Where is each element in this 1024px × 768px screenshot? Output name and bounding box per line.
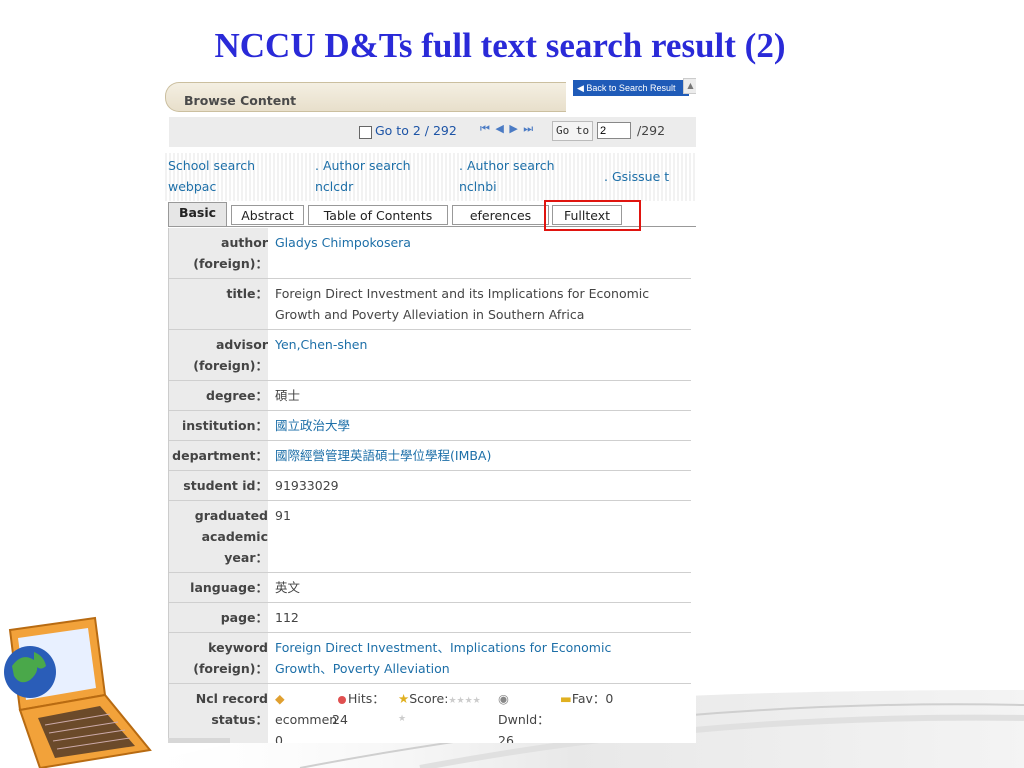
table-row: degree： 碩士 [169,381,691,411]
score-stat: ★Score:★★★★ [398,688,481,712]
table-row: graduated academic year： 91 [169,501,691,573]
field-label: institution： [169,411,268,440]
scrollbar-up-arrow[interactable]: ▲ [683,78,696,94]
goto-button[interactable]: Go to [552,121,594,141]
record-navigation: Go to 2 / 292 ⏮ ◀ ▶ ⏭ Go to /292 [169,117,696,147]
goto-page-input[interactable] [597,122,631,139]
star-icon: ★ [398,691,410,706]
bottom-button-edge [168,738,230,743]
tab-abstract[interactable]: Abstract [231,205,304,225]
page-value: 112 [275,610,299,625]
folder-icon[interactable]: ▬ [560,691,572,706]
download-value: 26 [498,733,514,743]
hits-value: 24 [332,712,348,727]
browse-content-bar: Browse Content ◀ Back to Search Result ▲ [163,78,696,112]
author-search-nclcdr-link[interactable]: . Author search nclcdr [315,155,411,197]
student-id-value: 91933029 [275,478,339,493]
rating-star-icon[interactable]: ★ [398,709,406,730]
degree-value: 碩士 [275,388,301,403]
author-search-nclnbi-link[interactable]: . Author search nclnbi [459,155,555,197]
search-links-row: School search webpac . Author search nclcd… [163,153,696,201]
department-link[interactable]: 國際經營管理英語碩士學位學程(IMBA) [268,441,691,470]
field-label: graduated academic year： [169,501,268,572]
advisor-link[interactable]: Yen,Chen-shen [268,330,691,380]
fulltext-highlight-box [544,200,641,231]
rating-stars-icon[interactable]: ★★★★ [448,696,480,706]
field-label: keyword (foreign)： [169,633,268,683]
table-row: advisor (foreign)： Yen,Chen-shen [169,330,691,381]
recommend-count: 0 [275,733,283,743]
table-row: language： 英文 [169,573,691,603]
title-value: Foreign Direct Investment and its Implic… [275,286,650,322]
hits-label: Hits： [348,691,385,706]
institution-link[interactable]: 國立政治大學 [268,411,691,440]
screenshot-panel: Browse Content ◀ Back to Search Result ▲… [163,78,696,743]
fav-label: Fav：0 [571,691,614,706]
pager-arrows-icon[interactable]: ⏮ ◀ ▶ ⏭ [480,122,534,136]
select-checkbox[interactable] [359,126,372,139]
fav-stat: ▬Fav：0 [560,688,613,709]
field-label: advisor (foreign)： [169,330,268,380]
table-row: Ncl record status： ◆ ecommen 0 Hits： 24 … [169,684,691,743]
table-row: department： 國際經營管理英語碩士學位學程(IMBA) [169,441,691,471]
tab-table-of-contents[interactable]: Table of Contents [308,205,448,225]
graduated-year-value: 91 [275,508,291,523]
field-label: degree： [169,381,268,410]
record-status: ◆ ecommen 0 Hits： 24 ★Score:★★★★ ★ ◉ Dwn… [268,684,691,743]
recommend-icon[interactable]: ◆ [275,688,285,709]
table-row: title： Foreign Direct Investment and its… [169,279,691,330]
field-label: Ncl record status： [169,684,268,743]
score-label: Score: [409,691,449,706]
keyword-link[interactable]: Foreign Direct Investment、Implications f… [268,633,691,683]
hits-stat: Hits： [338,688,385,709]
table-row: author (foreign)： Gladys Chimpokosera [169,228,691,279]
field-label: author (foreign)： [169,228,268,278]
record-detail-table: author (foreign)： Gladys Chimpokosera ti… [168,228,691,743]
field-label: department： [169,441,268,470]
table-row: page： 112 [169,603,691,633]
hits-icon [338,695,346,704]
tab-references[interactable]: eferences [452,205,549,225]
field-label: title： [169,279,268,329]
record-position: Go to 2 / 292 [375,123,457,138]
field-label: page： [169,603,268,632]
field-label: student id： [169,471,268,500]
field-label: language： [169,573,268,602]
author-link[interactable]: Gladys Chimpokosera [268,228,691,278]
total-records: /292 [637,123,666,138]
browse-content-tab: Browse Content [165,82,566,112]
recommend-label: ecommen [275,712,338,727]
browse-content-label: Browse Content [184,93,297,108]
table-row: institution： 國立政治大學 [169,411,691,441]
school-search-link[interactable]: School search webpac [168,155,255,197]
back-to-search-result-button[interactable]: ◀ Back to Search Result [573,80,689,96]
download-icon: ◉ [498,691,509,706]
slide-title: NCCU D&Ts full text search result (2) [214,26,786,65]
laptop-globe-illustration [4,616,152,768]
gsissue-link[interactable]: . Gsissue t [604,166,669,187]
table-row: keyword (foreign)： Foreign Direct Invest… [169,633,691,684]
table-row: student id： 91933029 [169,471,691,501]
download-label: Dwnld： [498,712,550,727]
tab-basic[interactable]: Basic [168,202,227,227]
language-value: 英文 [275,580,301,595]
